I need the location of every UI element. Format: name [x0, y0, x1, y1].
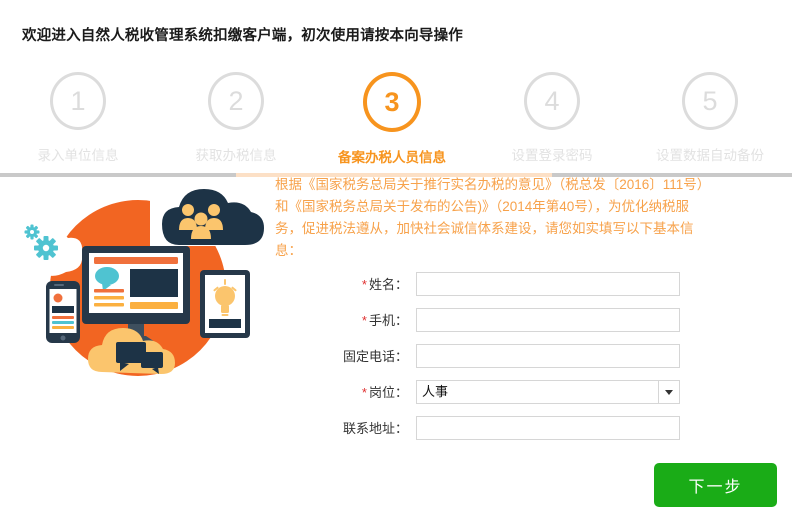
name-input[interactable]: [416, 271, 680, 296]
landline-input[interactable]: [416, 343, 680, 368]
required-marker-position: *: [361, 385, 367, 400]
label-landline: 固定电话：: [342, 349, 408, 364]
step-circle-2: 2: [208, 72, 264, 130]
wizard-step-4[interactable]: 4 设置登录密码: [494, 72, 610, 164]
step-label-5: 设置数据自动备份: [656, 148, 764, 163]
page-title: 欢迎进入自然人税收管理系统扣缴客户端，初次使用请按本向导操作: [22, 28, 463, 44]
smartphone-icon: [46, 281, 80, 343]
wizard-step-5[interactable]: 5 设置数据自动备份: [652, 72, 768, 164]
label-position-text: 岗位：: [368, 385, 408, 400]
form-row-name: * 姓名：: [330, 268, 680, 299]
position-select-value: 人事: [416, 379, 680, 404]
step-circle-4: 4: [524, 72, 580, 130]
wizard-step-1[interactable]: 1 录入单位信息: [20, 72, 136, 164]
form-row-mobile: * 手机：: [330, 304, 680, 335]
wizard-stepper: 1 录入单位信息 2 获取办税信息 3 备案办税人员信息 4 设置登录密码 5 …: [0, 72, 792, 177]
mobile-input[interactable]: [416, 307, 680, 332]
step-label-1: 录入单位信息: [37, 148, 119, 163]
notice-paragraph: 根据《国家税务总局关于推行实名办税的意见》（税总发〔2016〕111号）和《国家…: [275, 177, 711, 258]
form-row-position: * 岗位： 人事: [330, 376, 680, 407]
wizard-step-3[interactable]: 3 备案办税人员信息: [334, 72, 450, 166]
step-label-2: 获取办税信息: [195, 148, 277, 163]
label-name-text: 姓名：: [368, 277, 408, 292]
chevron-down-icon: [665, 389, 673, 395]
step-label-4: 设置登录密码: [511, 148, 593, 163]
label-mobile: * 手机：: [330, 310, 416, 329]
position-select[interactable]: 人事: [416, 379, 680, 404]
step-label-3: 备案办税人员信息: [338, 150, 446, 165]
label-name: * 姓名：: [330, 274, 416, 293]
registration-form: * 姓名： * 手机： 固定电话： * 岗位： 人事 联系地址：: [330, 268, 680, 448]
form-row-address: 联系地址：: [330, 412, 680, 443]
wizard-step-2[interactable]: 2 获取办税信息: [178, 72, 294, 164]
required-marker-mobile: *: [361, 313, 367, 328]
label-address: 联系地址：: [342, 421, 408, 436]
step-circle-1: 1: [50, 72, 106, 130]
form-row-landline: 固定电话：: [330, 340, 680, 371]
step-circle-3: 3: [363, 72, 421, 132]
label-mobile-text: 手机：: [368, 313, 408, 328]
address-input[interactable]: [416, 415, 680, 440]
next-step-button[interactable]: 下一步: [654, 463, 777, 507]
required-marker-name: *: [361, 277, 367, 292]
label-position: * 岗位：: [330, 382, 416, 401]
select-divider: [658, 380, 659, 403]
step-connector-5: [710, 173, 792, 177]
tablet-icon: [200, 270, 250, 338]
step-circle-5: 5: [682, 72, 738, 130]
devices-cloud-illustration: [10, 176, 270, 401]
